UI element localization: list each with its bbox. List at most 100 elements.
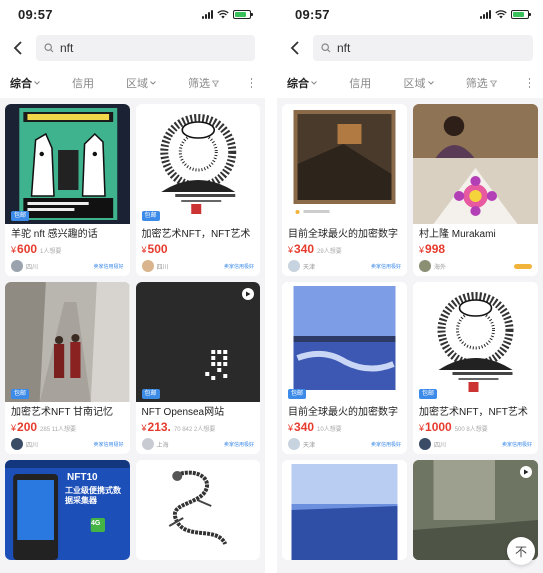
search-query: nft: [60, 41, 74, 55]
filter-bar: 综合 信用 区域 筛选: [277, 68, 543, 98]
gold-tag: [514, 263, 532, 269]
product-title: 加密艺术NFT，NFT艺术: [419, 407, 528, 418]
want-count: 29人想要: [317, 249, 342, 255]
product-price: ¥1000: [419, 420, 452, 434]
product-image: 包邮: [282, 282, 407, 402]
search-input[interactable]: nft: [36, 35, 255, 61]
product-card[interactable]: 包邮 NFT Opensea网站 ¥213. 70 842 2人想要 上海 卖家信…: [135, 282, 260, 454]
filter-icon: [489, 80, 497, 87]
free-shipping-badge: 包邮: [288, 389, 307, 399]
product-card[interactable]: [282, 460, 407, 560]
floating-action-button[interactable]: 不: [507, 537, 535, 565]
signal-icon: [202, 9, 213, 19]
wifi-icon: [495, 9, 507, 18]
status-time: 09:57: [295, 6, 330, 22]
filter-bar: 综合 信用 区域 筛选: [0, 68, 265, 98]
seller-location: 天津: [288, 260, 315, 272]
product-title: NFT Opensea网站: [141, 407, 225, 418]
want-count: 500 8人想要: [454, 427, 488, 433]
filter-credit[interactable]: 信用: [349, 75, 371, 91]
product-grid: 包邮 羊驼 nft 感兴趣的话 ¥600 1人想要 四川 卖家信用极好 包邮 加…: [0, 98, 265, 560]
battery-icon: [511, 9, 531, 19]
credit-tag: 卖家信用极好: [370, 263, 401, 270]
credit-tag: 卖家信用极好: [223, 441, 254, 448]
battery-icon: [233, 9, 253, 19]
product-card[interactable]: 村上隆 Murakami ¥998 海外: [413, 104, 538, 276]
search-query: nft: [337, 41, 351, 55]
product-image: 包邮: [5, 282, 130, 402]
product-card[interactable]: 包邮 加密艺术NFT，NFT艺术 ¥1000 500 8人想要 四川 卖家信用极好: [413, 282, 538, 454]
filter-screen[interactable]: 筛选: [466, 75, 497, 91]
seller-location: 四川: [141, 260, 169, 272]
product-image: 包邮: [413, 282, 538, 402]
free-shipping-badge: 包邮: [419, 389, 438, 399]
product-card[interactable]: NFT10 工业级便携式数据采集器 4G: [5, 460, 130, 560]
wifi-icon: [217, 9, 229, 18]
search-input[interactable]: nft: [313, 35, 533, 61]
product-card[interactable]: 包邮 加密艺术NFT，NFT艺术 ¥500 四川 卖家信用极好: [135, 104, 260, 276]
product-title: 目前全球最火的加密数字: [288, 407, 398, 418]
filter-comprehensive[interactable]: 综合: [287, 75, 317, 91]
play-icon[interactable]: [520, 466, 532, 478]
product-title: 村上隆 Murakami: [419, 229, 496, 240]
product-title: 加密艺术NFT 甘南记忆: [11, 407, 114, 418]
product-price: ¥340: [288, 242, 315, 256]
status-time: 09:57: [18, 6, 53, 22]
product-image: [282, 460, 407, 560]
search-icon: [44, 43, 54, 53]
status-bar: 09:57: [0, 0, 265, 28]
phone-screen-left: 09:57 nft 综合 信用 区域 筛选 包邮 羊驼 nft 感兴趣的话 ¥6…: [0, 0, 265, 573]
seller-location: 四川: [11, 260, 38, 272]
avatar: [288, 438, 300, 450]
filter-comprehensive[interactable]: 综合: [10, 75, 40, 91]
avatar: [141, 260, 154, 272]
product-card[interactable]: 包邮 羊驼 nft 感兴趣的话 ¥600 1人想要 四川 卖家信用极好: [5, 104, 130, 276]
credit-tag: 卖家信用极好: [501, 441, 532, 448]
chevron-down-icon: [311, 81, 317, 85]
search-icon: [321, 43, 331, 53]
more-icon[interactable]: [529, 78, 533, 88]
more-icon[interactable]: [251, 78, 255, 88]
play-icon[interactable]: [242, 288, 254, 300]
product-card[interactable]: [135, 460, 260, 560]
credit-tag: 卖家信用极好: [223, 263, 254, 270]
product-image: 包邮: [5, 104, 130, 224]
product-card[interactable]: 包邮 目前全球最火的加密数字 ¥340 10人想要 天津 卖家信用极好: [282, 282, 407, 454]
product-image: 包邮: [135, 104, 260, 224]
filter-credit[interactable]: 信用: [72, 75, 94, 91]
avatar: [11, 438, 23, 450]
credit-tag: 卖家信用极好: [93, 441, 124, 448]
want-count: 70 842 2人想要: [173, 427, 216, 433]
avatar: [141, 438, 154, 450]
want-count: 1人想要: [40, 249, 62, 255]
product-card[interactable]: 包邮 加密艺术NFT 甘南记忆 ¥200 285 11人想要 四川 卖家信用极好: [5, 282, 130, 454]
filter-icon: [212, 80, 219, 87]
product-image: [282, 104, 407, 224]
chevron-down-icon: [150, 81, 156, 85]
product-grid: 目前全球最火的加密数字 ¥340 29人想要 天津 卖家信用极好 村上隆 Mur…: [277, 98, 543, 560]
back-icon[interactable]: [10, 40, 26, 56]
credit-tag: 卖家信用极好: [93, 263, 124, 270]
filter-screen[interactable]: 筛选: [188, 75, 219, 91]
free-shipping-badge: 包邮: [141, 211, 160, 221]
product-card[interactable]: 目前全球最火的加密数字 ¥340 29人想要 天津 卖家信用极好: [282, 104, 407, 276]
chevron-down-icon: [427, 81, 434, 85]
product-title: 目前全球最火的加密数字: [288, 229, 398, 240]
avatar: [419, 260, 431, 272]
signal-icon: [480, 9, 491, 19]
product-price: ¥998: [419, 242, 446, 256]
product-image: 包邮: [135, 282, 260, 402]
poster-subtitle: 工业级便携式数据采集器: [65, 486, 121, 505]
seller-location: 天津: [288, 438, 315, 450]
filter-region[interactable]: 区域: [126, 75, 156, 91]
seller-location: 四川: [11, 438, 38, 450]
search-row: nft: [277, 28, 543, 68]
screen-divider: [265, 0, 277, 573]
want-count: 10人想要: [317, 427, 342, 433]
free-shipping-badge: 包邮: [141, 389, 160, 399]
status-bar: 09:57: [277, 0, 543, 28]
back-icon[interactable]: [287, 40, 303, 56]
product-image: [135, 460, 260, 560]
filter-region[interactable]: 区域: [404, 75, 434, 91]
product-title: 加密艺术NFT，NFT艺术: [141, 229, 251, 240]
